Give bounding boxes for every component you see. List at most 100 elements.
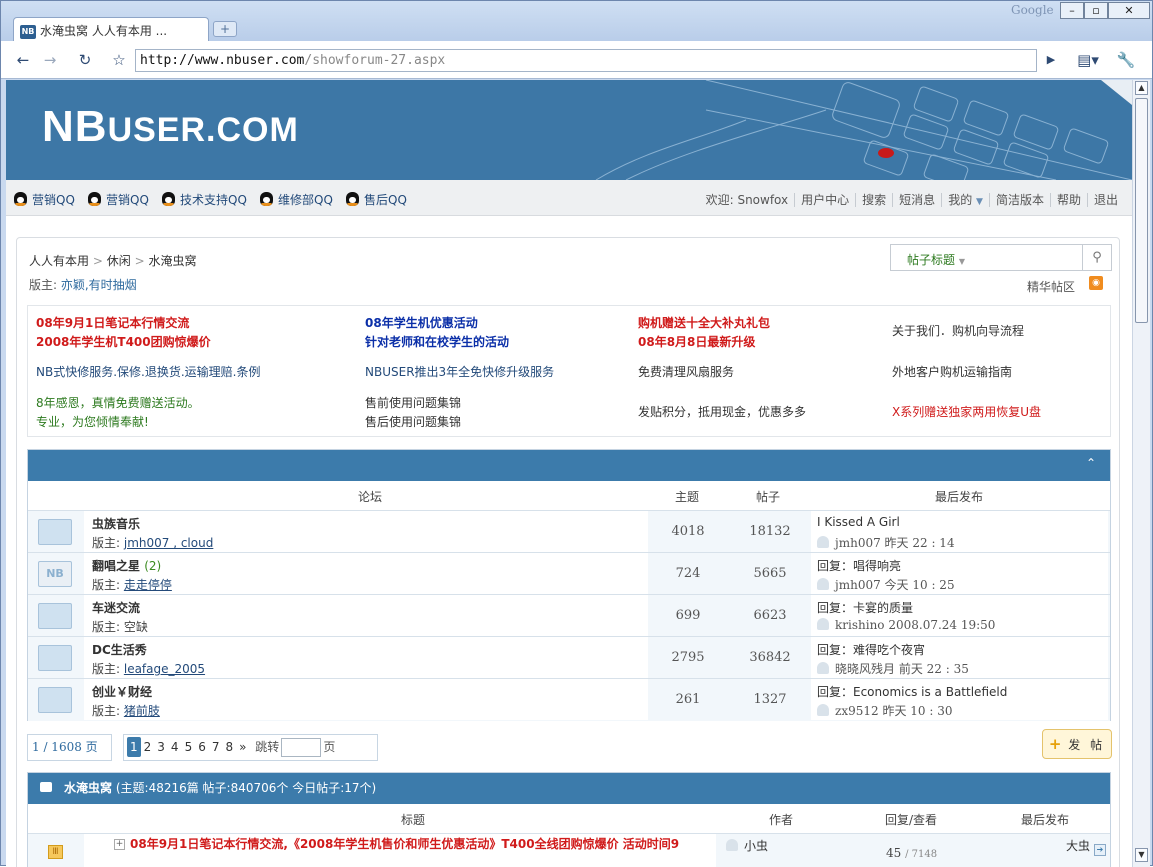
moderator-link[interactable]: 走走停停 <box>124 578 172 592</box>
page-link[interactable]: 2 <box>141 735 155 760</box>
user-menu: 欢迎: Snowfox 用户中心 搜索 短消息 我的 ▼ 简洁版本 帮助 退出 <box>700 191 1124 208</box>
author-name[interactable]: 小虫 <box>744 839 768 853</box>
collapse-icon[interactable]: ⌃ <box>1086 456 1096 470</box>
new-tab-button[interactable]: + <box>213 21 237 37</box>
forum-title[interactable]: DC生活秀 <box>92 643 147 657</box>
menu-user-center[interactable]: 用户中心 <box>794 193 856 207</box>
ad-link[interactable]: 专业，为您倾情奉献! <box>36 413 149 432</box>
qq-link-sales-1[interactable]: 营销QQ <box>14 191 75 208</box>
scroll-up-icon[interactable]: ▲ <box>1135 81 1148 95</box>
ad-link[interactable]: 08年9月1日笔记本行情交流 <box>36 314 189 333</box>
next-page-link[interactable]: » <box>236 735 249 760</box>
address-bar[interactable]: http://www.nbuser.com/showforum-27.aspx <box>135 49 1037 72</box>
menu-mine[interactable]: 我的 ▼ <box>941 193 989 207</box>
qq-link-support[interactable]: 技术支持QQ <box>162 191 247 208</box>
jump-page-input[interactable] <box>281 738 322 757</box>
browser-tab[interactable]: NB 水淹虫窝 人人有本用 ... <box>13 17 209 41</box>
search-type-select[interactable]: 帖子标题 ▼ <box>907 251 965 268</box>
forum-name[interactable]: 车迷交流 <box>92 599 140 616</box>
page-link-current[interactable]: 1 <box>127 737 141 757</box>
last-post-author[interactable]: jmh007 今天 10 : 25 <box>835 578 955 592</box>
ad-link[interactable]: 2008年学生机T400团购惊爆价 <box>36 333 211 352</box>
ad-link[interactable]: NB式快修服务.保修.退换货.运输理赔.条例 <box>36 363 260 382</box>
menu-help[interactable]: 帮助 <box>1049 193 1087 207</box>
site-logo[interactable]: NBUSER.COM <box>42 102 299 155</box>
forum-title[interactable]: 翻唱之星 <box>92 559 140 573</box>
menu-search[interactable]: 搜索 <box>855 193 893 207</box>
page-link[interactable]: 8 <box>222 735 236 760</box>
digest-link[interactable]: 精华帖区 <box>1027 278 1075 295</box>
qq-link-repair[interactable]: 维修部QQ <box>260 191 333 208</box>
breadcrumb: 人人有本用 > 休闲 > 水淹虫窝 <box>29 252 196 269</box>
page-link[interactable]: 3 <box>154 735 168 760</box>
reload-icon[interactable]: ↻ <box>73 49 97 71</box>
ad-link[interactable]: 购机赠送十全大补丸礼包 <box>638 314 770 333</box>
forum-name[interactable]: DC生活秀 <box>92 641 147 658</box>
crumb-root[interactable]: 人人有本用 <box>29 254 89 268</box>
wrench-icon[interactable]: 🔧 <box>1111 49 1141 71</box>
ad-link[interactable]: 外地客户购机运输指南 <box>892 363 1012 382</box>
qq-link-sales-2[interactable]: 营销QQ <box>88 191 149 208</box>
moderator-label: 版主: <box>92 662 124 676</box>
minimize-button[interactable]: – <box>1060 2 1084 19</box>
vertical-scrollbar[interactable]: ▲ ▼ <box>1132 80 1150 867</box>
ad-link[interactable]: 08年8月8日最新升级 <box>638 333 755 352</box>
page-link[interactable]: 4 <box>168 735 182 760</box>
ad-link[interactable]: 针对老师和在校学生的活动 <box>365 333 509 352</box>
last-post-title[interactable]: 回复：Economics is a Battlefield <box>817 683 1007 700</box>
ad-link[interactable]: 免费清理风扇服务 <box>638 363 734 382</box>
maximize-button[interactable]: ▫ <box>1084 2 1108 19</box>
goto-last-icon[interactable]: ➔ <box>1094 844 1107 856</box>
scroll-down-icon[interactable]: ▼ <box>1135 848 1148 862</box>
ad-link[interactable]: 关于我们．购机向导流程 <box>892 322 1024 341</box>
forum-name[interactable]: 虫族音乐 <box>92 515 140 532</box>
moderator-link[interactable]: leafage_2005 <box>124 662 205 676</box>
moderator-links[interactable]: 亦颖,有时抽烟 <box>61 278 137 292</box>
last-poster[interactable]: 大虫 <box>1066 839 1090 853</box>
ad-link[interactable]: NBUSER推出3年全免快修升级服务 <box>365 363 554 382</box>
star-icon[interactable]: ☆ <box>107 49 131 71</box>
thread-title[interactable]: 08年9月1日笔记本行情交流,《2008年学生机售价和师生优惠活动》T400全线… <box>130 835 714 853</box>
go-icon[interactable]: ▶ <box>1039 49 1063 71</box>
new-post-button[interactable]: + 发 帖 <box>1042 729 1112 759</box>
last-post-author[interactable]: 晓晓风残月 前天 22 : 35 <box>835 662 969 676</box>
last-post-title[interactable]: 回复：难得吃个夜宵 <box>817 641 925 658</box>
today-count: (2) <box>144 559 162 573</box>
page-link[interactable]: 7 <box>209 735 223 760</box>
ad-link[interactable]: 售后使用问题集锦 <box>365 413 461 432</box>
last-post-title[interactable]: 回复：唱得响亮 <box>817 557 901 574</box>
last-post-author[interactable]: zx9512 昨天 10 : 30 <box>835 704 952 718</box>
scrollbar-thumb[interactable] <box>1135 98 1148 323</box>
last-post-title[interactable]: 回复：卡宴的质量 <box>817 599 913 616</box>
col-posts: 帖子 <box>756 490 781 504</box>
crumb-level1[interactable]: 休闲 <box>107 254 131 268</box>
menu-logout[interactable]: 退出 <box>1086 193 1124 207</box>
ad-link[interactable]: 售前使用问题集锦 <box>365 394 461 413</box>
menu-messages[interactable]: 短消息 <box>892 193 942 207</box>
menu-lite[interactable]: 简洁版本 <box>988 193 1050 207</box>
moderator-link[interactable]: jmh007 , cloud <box>124 536 213 550</box>
forum-name[interactable]: 翻唱之星 (2) <box>92 557 161 574</box>
forum-title[interactable]: 创业￥财经 <box>92 685 152 699</box>
forum-name[interactable]: 创业￥财经 <box>92 683 152 700</box>
forum-title[interactable]: 车迷交流 <box>92 601 140 615</box>
page-link[interactable]: 5 <box>182 735 196 760</box>
rss-icon[interactable]: ◉ <box>1089 276 1103 290</box>
ad-link[interactable]: 08年学生机优惠活动 <box>365 314 478 333</box>
forward-icon[interactable]: → <box>38 49 62 71</box>
search-icon[interactable]: ⚲ <box>1082 245 1111 270</box>
ad-link[interactable]: 8年感恩，真情免费赠送活动。 <box>36 394 200 413</box>
qq-link-aftersales[interactable]: 售后QQ <box>346 191 407 208</box>
last-post-author[interactable]: krishino 2008.07.24 19:50 <box>835 618 995 632</box>
moderator-link[interactable]: 猪前肢 <box>124 704 160 718</box>
last-post-title[interactable]: I Kissed A Girl <box>817 515 900 529</box>
last-post-author[interactable]: jmh007 昨天 22 : 14 <box>835 536 955 550</box>
expand-icon[interactable]: + <box>114 839 125 850</box>
page-link[interactable]: 6 <box>195 735 209 760</box>
ad-link[interactable]: 发贴积分，抵用现金，优惠多多 <box>638 403 806 422</box>
close-button[interactable]: ✕ <box>1108 2 1150 19</box>
forum-title[interactable]: 虫族音乐 <box>92 517 140 531</box>
ad-link[interactable]: X系列赠送独家两用恢复U盘 <box>892 403 1041 422</box>
back-icon[interactable]: ← <box>11 49 35 71</box>
page-menu-icon[interactable]: ▤▾ <box>1073 49 1103 71</box>
